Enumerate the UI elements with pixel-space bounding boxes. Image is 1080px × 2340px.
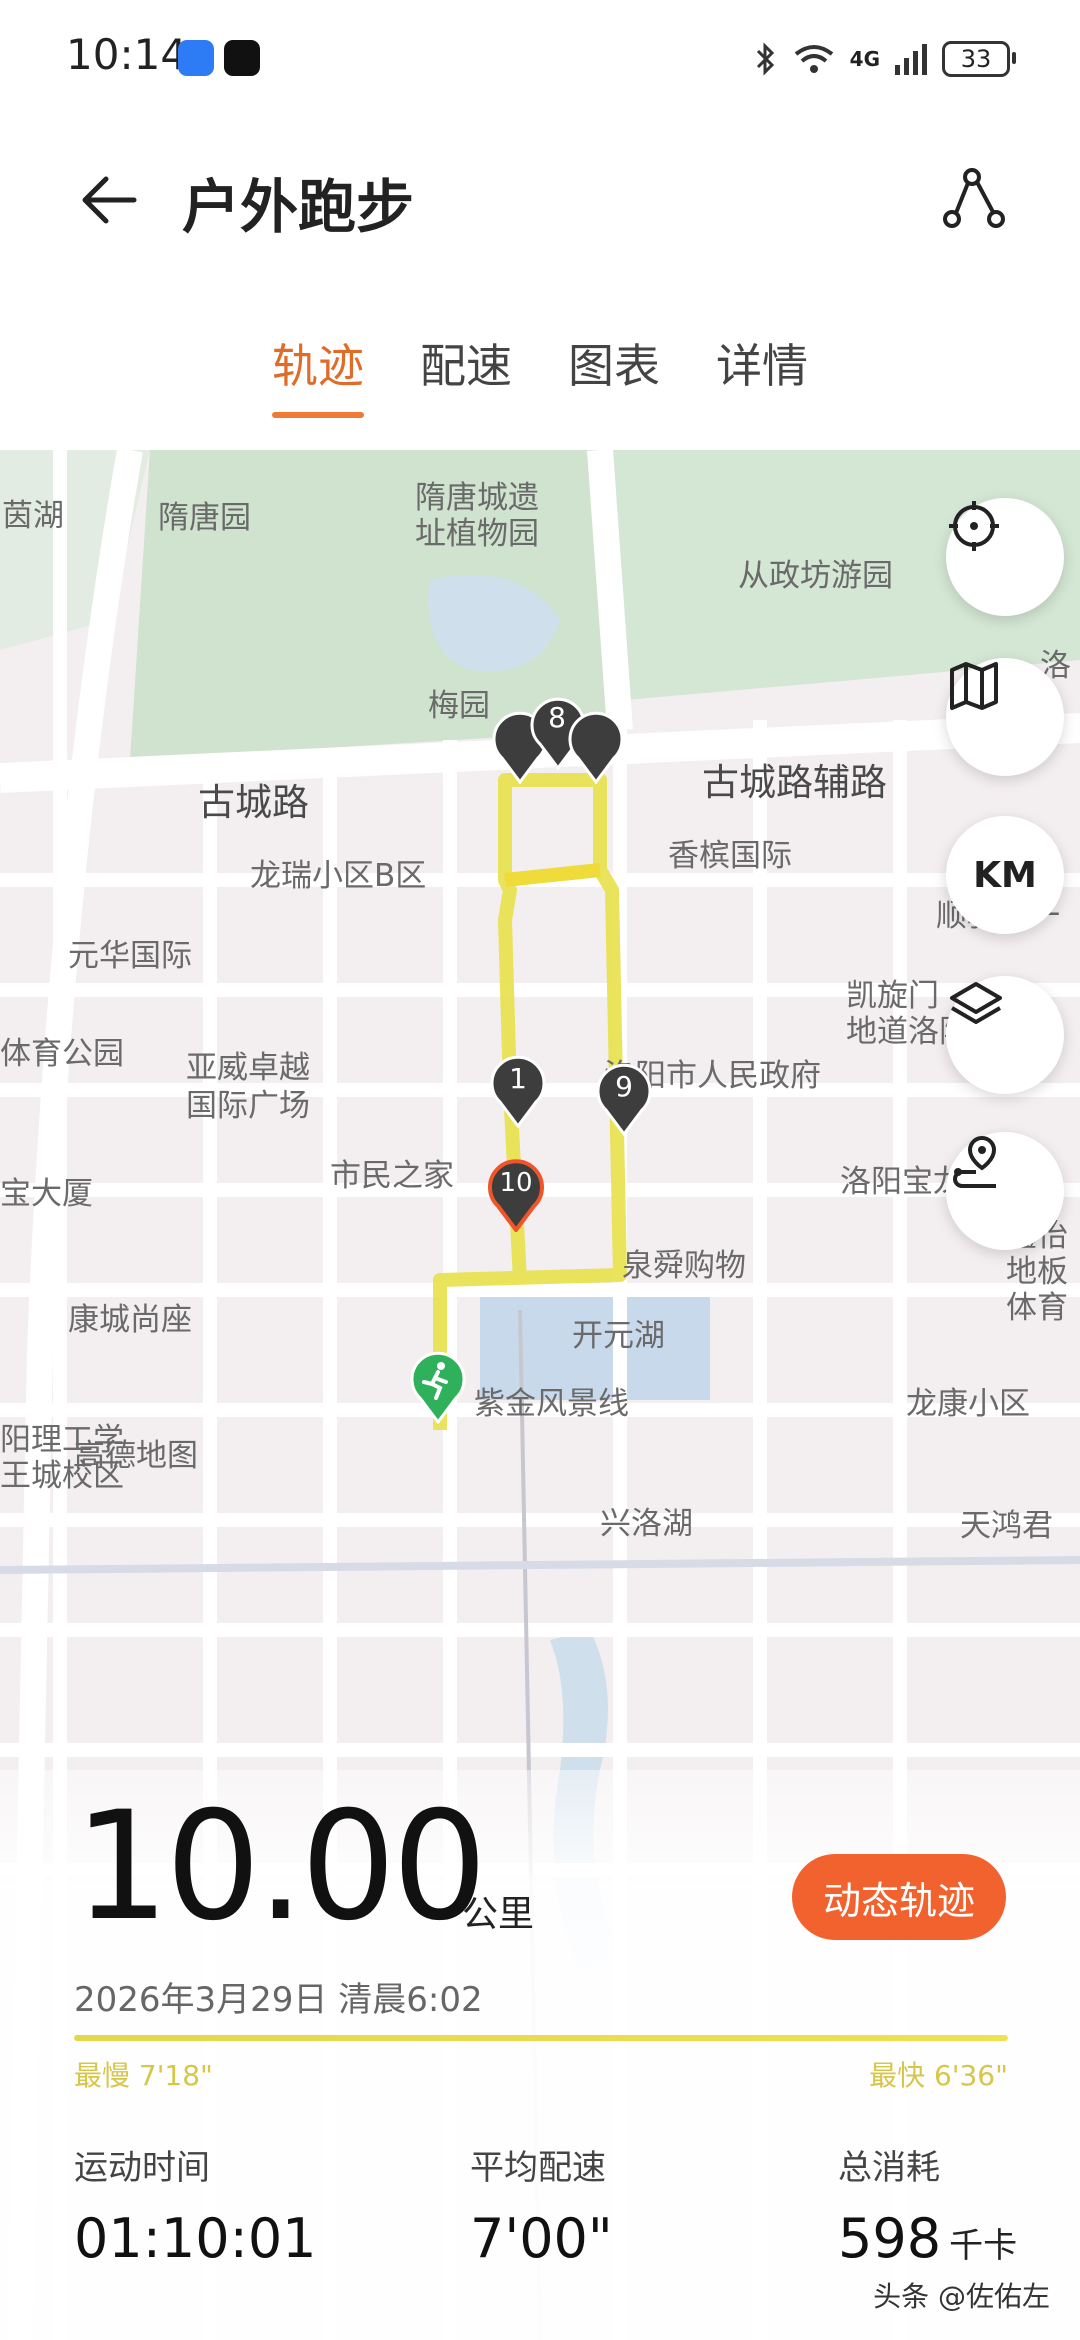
map-label: 龙瑞小区B区 <box>250 858 427 894</box>
map-label: 泉舜购物 <box>622 1248 746 1284</box>
signal-icon <box>895 44 927 75</box>
wifi-icon <box>794 45 833 73</box>
tab-pace[interactable]: 配速 <box>420 330 512 418</box>
map-label: 古城路辅路 <box>702 761 887 804</box>
stat-duration: 运动时间 01:10:01 <box>74 2140 317 2270</box>
distance-unit: 公里 <box>462 1894 535 1935</box>
map-label: 兴洛湖 <box>600 1506 693 1542</box>
map-label: 市民之家 <box>330 1158 454 1194</box>
stat-label: 总消耗 <box>838 2148 940 2188</box>
map-label: 紫金风景线 <box>474 1386 629 1422</box>
km-marker-label: 10 <box>499 1168 533 1198</box>
map-label: 开元湖 <box>572 1318 665 1354</box>
bluetooth-icon <box>756 42 774 76</box>
stat-label: 平均配速 <box>470 2148 606 2188</box>
stat-unit: 千卡 <box>949 2226 1018 2266</box>
stat-value: 7'00" <box>470 2207 613 2270</box>
network-type: 4G <box>849 47 880 71</box>
map-label: 体育公园 <box>0 1036 124 1072</box>
stat-avg-pace: 平均配速 7'00" <box>470 2140 613 2270</box>
route-pin-icon <box>953 1135 997 1188</box>
layers-button[interactable] <box>946 976 1064 1094</box>
km-marker-label: 1 <box>509 1062 527 1095</box>
km-marker: 9 <box>594 1062 654 1136</box>
stat-value: 598 <box>838 2207 942 2270</box>
tab-track[interactable]: 轨迹 <box>272 330 364 418</box>
map-type-button[interactable] <box>946 658 1064 776</box>
map-label: 梅园 <box>428 688 490 724</box>
map-label: 址植物园 <box>415 516 539 552</box>
fastest-pace: 最快 6'36" <box>869 2059 1008 2092</box>
map-label: 天鸿君 <box>960 1508 1053 1544</box>
stat-calories: 总消耗 598 千卡 <box>838 2140 1017 2270</box>
map-icon <box>950 662 998 710</box>
map-label: 宝大厦 <box>0 1176 93 1212</box>
km-label: KM <box>973 854 1037 896</box>
watermark: 头条 @佐佑左 <box>873 2280 1050 2313</box>
dynamic-track-button[interactable]: 动态轨迹 <box>792 1854 1006 1940</box>
status-right: 4G 33 <box>754 34 1016 84</box>
km-marker-label: 8 <box>548 701 566 734</box>
map-label: 隋唐园 <box>158 500 251 536</box>
stat-value-row: 598 千卡 <box>838 2207 1017 2270</box>
status-bar: 10:14 4G 33 <box>0 0 1080 120</box>
distance-value: 10.00 <box>74 1780 487 1954</box>
stat-label: 运动时间 <box>74 2148 210 2188</box>
back-arrow-icon[interactable] <box>74 165 144 235</box>
map-label: 从政坊游园 <box>738 558 893 594</box>
battery-indicator: 33 <box>942 41 1016 77</box>
finish-marker: 10 <box>486 1158 546 1232</box>
status-time: 10:14 <box>66 30 188 79</box>
locate-icon <box>949 501 999 551</box>
app-notification-icon <box>178 40 214 76</box>
map-label: 香槟国际 <box>668 838 792 874</box>
map-label: 国际广场 <box>186 1088 310 1124</box>
map-label: 龙康小区 <box>906 1386 1030 1422</box>
slowest-pace: 最慢 7'18" <box>74 2059 213 2092</box>
workout-datetime: 2026年3月29日 清晨6:02 <box>74 1980 483 2020</box>
km-marker: 1 <box>488 1054 548 1128</box>
layers-icon <box>950 982 1002 1024</box>
capcut-notification-icon <box>224 40 260 76</box>
runner-icon <box>410 1351 466 1424</box>
map-label: 体育 <box>1006 1290 1068 1326</box>
map-label: 茵湖 <box>2 498 64 534</box>
km-marker-label: 9 <box>615 1070 633 1103</box>
page-title: 户外跑步 <box>182 173 415 241</box>
locate-button[interactable] <box>946 498 1064 616</box>
stat-value: 01:10:01 <box>74 2207 317 2270</box>
route-pin-button[interactable] <box>946 1132 1064 1250</box>
km-toggle-button[interactable]: KM <box>946 816 1064 934</box>
pace-gradient-bar <box>74 2035 1008 2041</box>
tab-charts[interactable]: 图表 <box>568 330 660 418</box>
route-share-icon[interactable] <box>938 165 1008 235</box>
map-label: 元华国际 <box>68 938 192 974</box>
map-label: 康城尚座 <box>68 1302 192 1338</box>
tab-details[interactable]: 详情 <box>716 330 808 418</box>
tab-bar: 轨迹 配速 图表 详情 <box>0 330 1080 418</box>
amap-logo: 高德地图 <box>74 1438 198 1474</box>
map-label: 古城路 <box>198 781 309 824</box>
start-marker <box>408 1350 468 1424</box>
